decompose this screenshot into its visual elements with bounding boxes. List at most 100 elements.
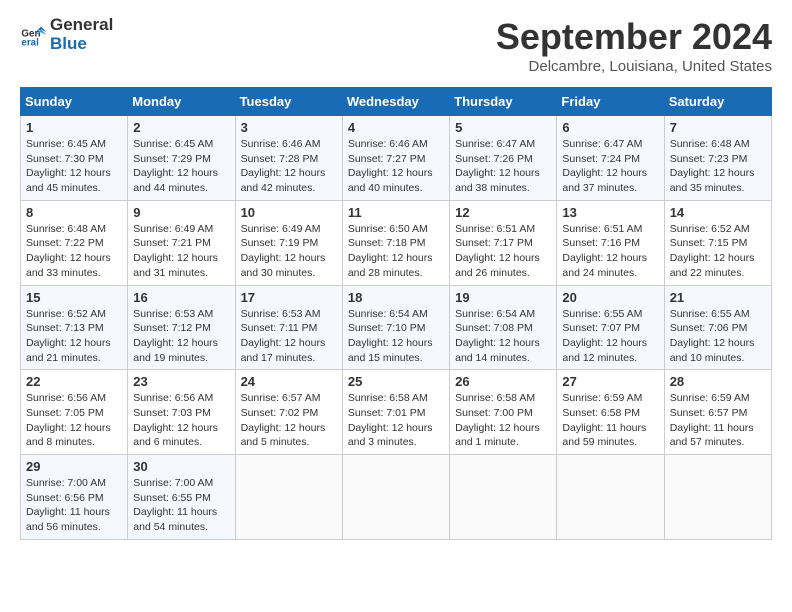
day-info: Sunrise: 6:51 AMSunset: 7:17 PMDaylight:… [455,223,540,279]
day-info: Sunrise: 7:00 AMSunset: 6:55 PMDaylight:… [133,477,217,533]
calendar-cell: 20 Sunrise: 6:55 AMSunset: 7:07 PMDaylig… [557,285,664,370]
weekday-header-thursday: Thursday [450,88,557,116]
calendar-cell: 11 Sunrise: 6:50 AMSunset: 7:18 PMDaylig… [342,200,449,285]
svg-text:eral: eral [21,37,39,48]
logo-blue: Blue [50,35,113,54]
calendar-week-1: 1 Sunrise: 6:45 AMSunset: 7:30 PMDayligh… [21,116,772,201]
day-info: Sunrise: 6:53 AMSunset: 7:11 PMDaylight:… [241,308,326,364]
day-info: Sunrise: 6:59 AMSunset: 6:57 PMDaylight:… [670,392,754,448]
day-number: 11 [348,205,444,220]
day-info: Sunrise: 6:59 AMSunset: 6:58 PMDaylight:… [562,392,646,448]
calendar-cell [342,455,449,540]
day-number: 30 [133,459,229,474]
calendar-cell: 23 Sunrise: 6:56 AMSunset: 7:03 PMDaylig… [128,370,235,455]
day-info: Sunrise: 6:50 AMSunset: 7:18 PMDaylight:… [348,223,433,279]
calendar-cell: 2 Sunrise: 6:45 AMSunset: 7:29 PMDayligh… [128,116,235,201]
calendar-cell: 19 Sunrise: 6:54 AMSunset: 7:08 PMDaylig… [450,285,557,370]
day-number: 24 [241,374,337,389]
weekday-header-tuesday: Tuesday [235,88,342,116]
calendar-cell: 13 Sunrise: 6:51 AMSunset: 7:16 PMDaylig… [557,200,664,285]
month-title: September 2024 [496,16,772,58]
day-number: 15 [26,290,122,305]
day-info: Sunrise: 6:58 AMSunset: 7:00 PMDaylight:… [455,392,540,448]
day-info: Sunrise: 6:51 AMSunset: 7:16 PMDaylight:… [562,223,647,279]
weekday-header-saturday: Saturday [664,88,771,116]
day-info: Sunrise: 6:45 AMSunset: 7:29 PMDaylight:… [133,138,218,194]
day-number: 8 [26,205,122,220]
day-info: Sunrise: 6:56 AMSunset: 7:03 PMDaylight:… [133,392,218,448]
day-number: 14 [670,205,766,220]
day-info: Sunrise: 6:49 AMSunset: 7:21 PMDaylight:… [133,223,218,279]
day-number: 4 [348,120,444,135]
calendar-cell: 12 Sunrise: 6:51 AMSunset: 7:17 PMDaylig… [450,200,557,285]
calendar-cell: 16 Sunrise: 6:53 AMSunset: 7:12 PMDaylig… [128,285,235,370]
calendar-cell: 4 Sunrise: 6:46 AMSunset: 7:27 PMDayligh… [342,116,449,201]
calendar-week-4: 22 Sunrise: 6:56 AMSunset: 7:05 PMDaylig… [21,370,772,455]
calendar-week-5: 29 Sunrise: 7:00 AMSunset: 6:56 PMDaylig… [21,455,772,540]
calendar-cell: 28 Sunrise: 6:59 AMSunset: 6:57 PMDaylig… [664,370,771,455]
calendar-cell: 25 Sunrise: 6:58 AMSunset: 7:01 PMDaylig… [342,370,449,455]
day-number: 5 [455,120,551,135]
day-info: Sunrise: 6:54 AMSunset: 7:08 PMDaylight:… [455,308,540,364]
day-info: Sunrise: 6:49 AMSunset: 7:19 PMDaylight:… [241,223,326,279]
day-info: Sunrise: 6:47 AMSunset: 7:24 PMDaylight:… [562,138,647,194]
weekday-header-friday: Friday [557,88,664,116]
calendar-cell: 24 Sunrise: 6:57 AMSunset: 7:02 PMDaylig… [235,370,342,455]
day-number: 26 [455,374,551,389]
day-number: 23 [133,374,229,389]
calendar-cell: 17 Sunrise: 6:53 AMSunset: 7:11 PMDaylig… [235,285,342,370]
day-number: 9 [133,205,229,220]
calendar-cell [235,455,342,540]
day-number: 12 [455,205,551,220]
calendar-cell: 18 Sunrise: 6:54 AMSunset: 7:10 PMDaylig… [342,285,449,370]
calendar-cell: 10 Sunrise: 6:49 AMSunset: 7:19 PMDaylig… [235,200,342,285]
calendar-cell: 14 Sunrise: 6:52 AMSunset: 7:15 PMDaylig… [664,200,771,285]
day-info: Sunrise: 6:52 AMSunset: 7:13 PMDaylight:… [26,308,111,364]
calendar-cell: 15 Sunrise: 6:52 AMSunset: 7:13 PMDaylig… [21,285,128,370]
calendar-cell: 30 Sunrise: 7:00 AMSunset: 6:55 PMDaylig… [128,455,235,540]
calendar-cell: 8 Sunrise: 6:48 AMSunset: 7:22 PMDayligh… [21,200,128,285]
day-info: Sunrise: 6:55 AMSunset: 7:06 PMDaylight:… [670,308,755,364]
calendar-cell: 27 Sunrise: 6:59 AMSunset: 6:58 PMDaylig… [557,370,664,455]
calendar-cell [557,455,664,540]
day-number: 28 [670,374,766,389]
weekday-header-row: SundayMondayTuesdayWednesdayThursdayFrid… [21,88,772,116]
weekday-header-sunday: Sunday [21,88,128,116]
calendar-cell: 9 Sunrise: 6:49 AMSunset: 7:21 PMDayligh… [128,200,235,285]
day-number: 19 [455,290,551,305]
weekday-header-wednesday: Wednesday [342,88,449,116]
calendar-cell: 21 Sunrise: 6:55 AMSunset: 7:06 PMDaylig… [664,285,771,370]
day-number: 29 [26,459,122,474]
calendar-cell: 6 Sunrise: 6:47 AMSunset: 7:24 PMDayligh… [557,116,664,201]
day-number: 7 [670,120,766,135]
calendar-cell: 26 Sunrise: 6:58 AMSunset: 7:00 PMDaylig… [450,370,557,455]
day-info: Sunrise: 6:52 AMSunset: 7:15 PMDaylight:… [670,223,755,279]
calendar-cell: 7 Sunrise: 6:48 AMSunset: 7:23 PMDayligh… [664,116,771,201]
day-number: 27 [562,374,658,389]
day-info: Sunrise: 7:00 AMSunset: 6:56 PMDaylight:… [26,477,110,533]
location-title: Delcambre, Louisiana, United States [496,58,772,75]
calendar-cell [450,455,557,540]
calendar-cell: 3 Sunrise: 6:46 AMSunset: 7:28 PMDayligh… [235,116,342,201]
day-info: Sunrise: 6:48 AMSunset: 7:22 PMDaylight:… [26,223,111,279]
day-number: 16 [133,290,229,305]
calendar-cell: 5 Sunrise: 6:47 AMSunset: 7:26 PMDayligh… [450,116,557,201]
day-info: Sunrise: 6:45 AMSunset: 7:30 PMDaylight:… [26,138,111,194]
day-info: Sunrise: 6:56 AMSunset: 7:05 PMDaylight:… [26,392,111,448]
calendar-cell: 22 Sunrise: 6:56 AMSunset: 7:05 PMDaylig… [21,370,128,455]
day-number: 20 [562,290,658,305]
day-info: Sunrise: 6:57 AMSunset: 7:02 PMDaylight:… [241,392,326,448]
day-number: 22 [26,374,122,389]
logo-general: General [50,15,113,34]
calendar-week-3: 15 Sunrise: 6:52 AMSunset: 7:13 PMDaylig… [21,285,772,370]
header: Gen eral General Blue September 2024 Del… [20,16,772,75]
day-info: Sunrise: 6:46 AMSunset: 7:28 PMDaylight:… [241,138,326,194]
calendar-week-2: 8 Sunrise: 6:48 AMSunset: 7:22 PMDayligh… [21,200,772,285]
day-number: 13 [562,205,658,220]
day-info: Sunrise: 6:47 AMSunset: 7:26 PMDaylight:… [455,138,540,194]
day-info: Sunrise: 6:58 AMSunset: 7:01 PMDaylight:… [348,392,433,448]
day-info: Sunrise: 6:55 AMSunset: 7:07 PMDaylight:… [562,308,647,364]
title-area: September 2024 Delcambre, Louisiana, Uni… [496,16,772,75]
day-info: Sunrise: 6:54 AMSunset: 7:10 PMDaylight:… [348,308,433,364]
calendar-body: 1 Sunrise: 6:45 AMSunset: 7:30 PMDayligh… [21,116,772,540]
